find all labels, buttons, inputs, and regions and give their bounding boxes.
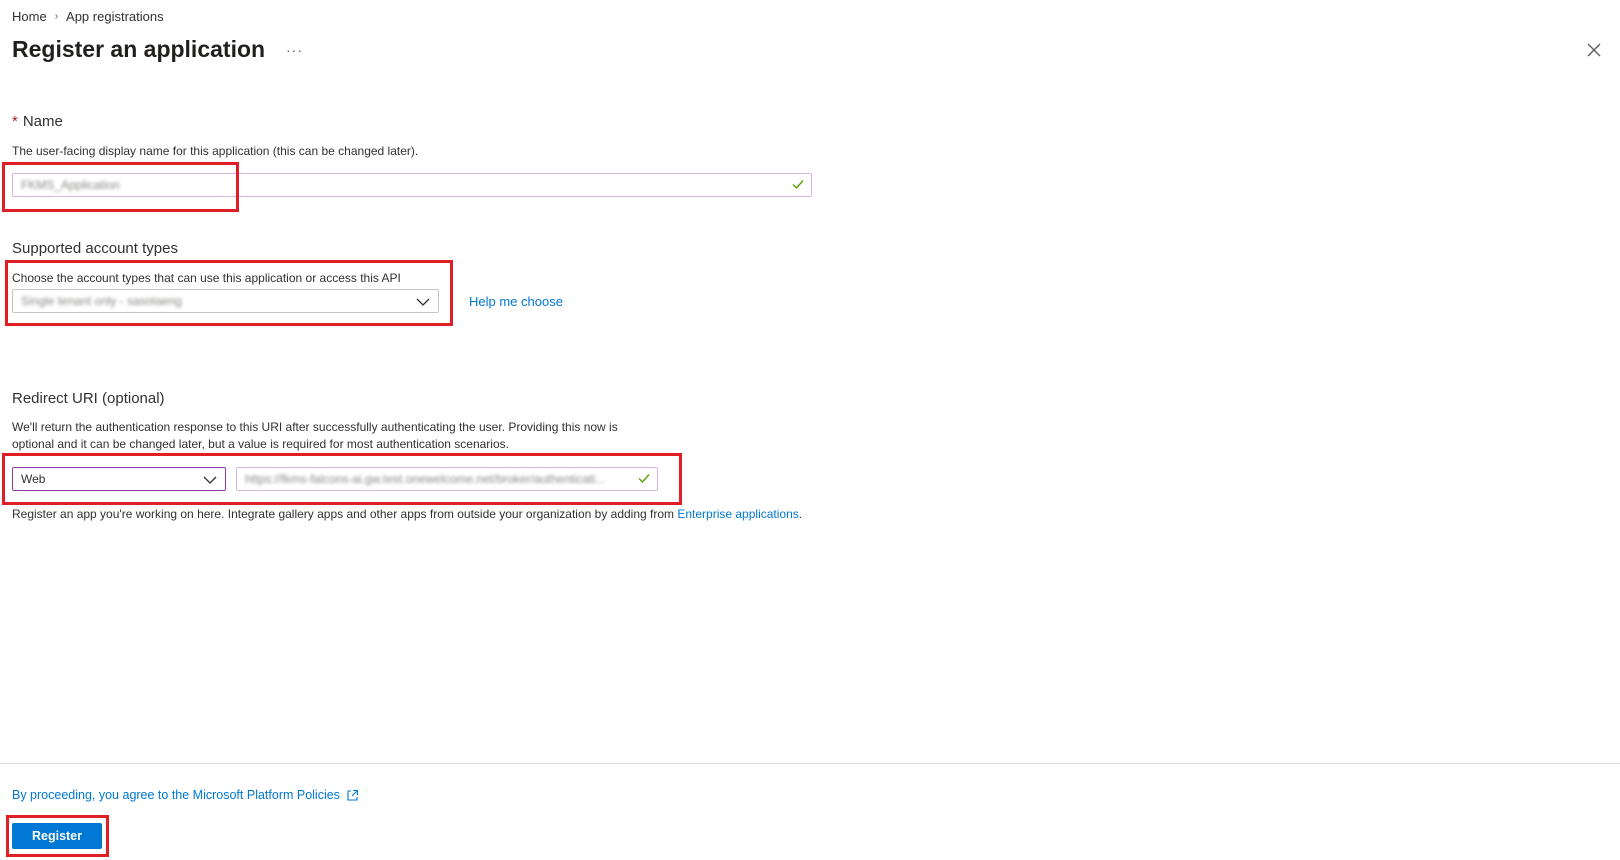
name-input[interactable]: FKMS_Application [12,173,812,197]
account-types-label: Supported account types [12,240,178,257]
platform-dropdown[interactable]: Web [12,467,226,491]
redirect-uri-label: Redirect URI (optional) [12,390,165,407]
chevron-down-icon [416,298,430,306]
redirect-note-text: Register an app you're working on here. … [12,507,678,521]
account-types-dropdown[interactable]: Single tenant only - sasolaeng [12,289,439,313]
redirect-uri-value: https://fkms-falcons-ai.gw.test.onewelco… [245,472,606,486]
name-input-value: FKMS_Application [21,178,120,192]
footer-divider [0,763,1620,764]
policy-row: By proceeding, you agree to the Microsof… [12,788,359,802]
breadcrumb-home-link[interactable]: Home [12,9,47,24]
platform-selected: Web [21,472,46,486]
name-label: * Name [12,113,63,130]
chevron-down-icon [203,476,217,484]
account-types-selected: Single tenant only - sasolaeng [21,294,182,308]
breadcrumb: Home › App registrations [12,9,164,24]
account-types-description: Choose the account types that can use th… [12,271,401,285]
checkmark-icon [638,474,650,484]
more-options-button[interactable]: ··· [286,42,303,58]
breadcrumb-separator: › [54,11,59,22]
name-label-text: Name [22,113,63,130]
breadcrumb-app-registrations-link[interactable]: App registrations [66,9,164,24]
external-link-icon[interactable] [346,789,359,802]
redirect-note-suffix: . [798,507,803,521]
enterprise-applications-link[interactable]: Enterprise applications [677,507,798,521]
close-icon[interactable] [1584,40,1604,60]
help-me-choose-link[interactable]: Help me choose [469,294,563,309]
name-description: The user-facing display name for this ap… [12,144,419,158]
redirect-note: Register an app you're working on here. … [12,506,802,523]
register-button[interactable]: Register [12,823,102,849]
checkmark-icon [792,180,804,190]
page-title: Register an application [12,36,266,62]
platform-policies-link[interactable]: By proceeding, you agree to the Microsof… [12,788,340,802]
required-marker: * [12,113,18,130]
redirect-uri-description-line2: optional and it can be changed later, bu… [12,437,509,451]
redirect-uri-description-line1: We'll return the authentication response… [12,420,618,434]
redirect-uri-input[interactable]: https://fkms-falcons-ai.gw.test.onewelco… [236,467,658,491]
